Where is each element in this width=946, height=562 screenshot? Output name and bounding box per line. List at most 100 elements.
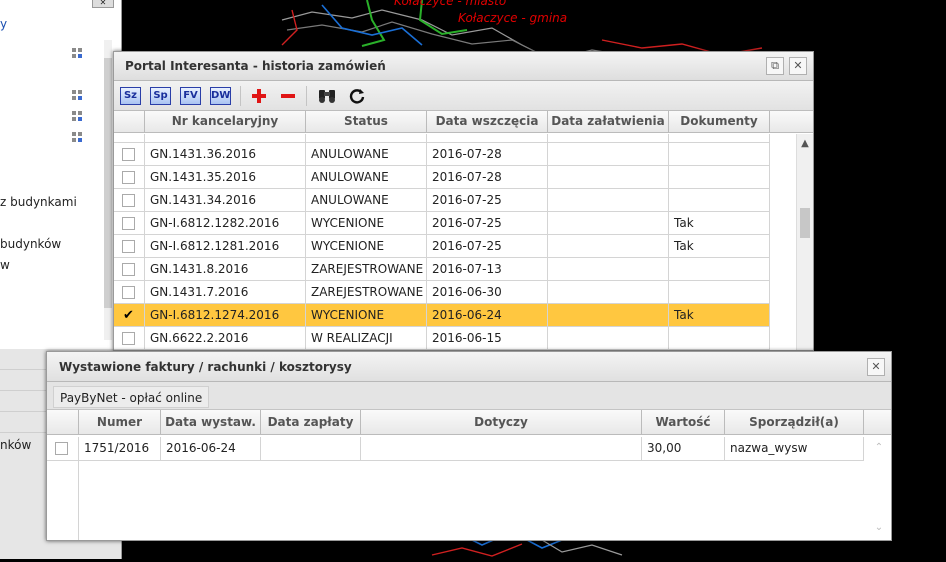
cell-status: ANULOWANE bbox=[306, 166, 427, 189]
column-header-status[interactable]: Status bbox=[306, 111, 427, 133]
cell-wartosc: 30,00 bbox=[642, 437, 725, 461]
cell-status: WYCENIONE bbox=[306, 212, 427, 235]
cell-dokumenty bbox=[669, 189, 770, 212]
scrollbar-thumb[interactable] bbox=[800, 208, 810, 238]
cell-data-wszczecia: 2016-07-25 bbox=[427, 189, 548, 212]
left-panel-scrollbar[interactable] bbox=[104, 40, 112, 340]
cell-nr: GN.6622.2.2016 bbox=[145, 327, 306, 350]
row-checkbox[interactable] bbox=[122, 148, 135, 161]
cell-status: WYCENIONE bbox=[306, 235, 427, 258]
remove-icon[interactable] bbox=[280, 88, 296, 104]
cell-data-zalatwienia bbox=[548, 189, 669, 212]
panel-link-fragment[interactable]: y bbox=[0, 17, 7, 31]
column-header-numer[interactable]: Numer bbox=[79, 410, 161, 435]
column-header-sporzadzil[interactable]: Sporządził(a) bbox=[725, 410, 864, 435]
column-header-dotyczy[interactable]: Dotyczy bbox=[361, 410, 642, 435]
scroll-down-icon[interactable]: ⌄ bbox=[871, 521, 887, 535]
sp-button[interactable]: Sp bbox=[150, 87, 171, 105]
cell-data-wszczecia: 2016-07-13 bbox=[427, 258, 548, 281]
cell-data-wszczecia: 2016-06-15 bbox=[427, 327, 548, 350]
history-grid-scrollbar[interactable]: ▲ bbox=[796, 134, 813, 350]
cell-data-zalatwienia bbox=[548, 304, 669, 327]
cell-data-zalatwienia bbox=[548, 281, 669, 304]
cell-dokumenty bbox=[669, 143, 770, 166]
cell-status: W REALIZACJI bbox=[306, 327, 427, 350]
column-header-data-wszczecia[interactable]: Data wszczęcia bbox=[427, 111, 548, 133]
cell-data-zalatwienia bbox=[548, 327, 669, 350]
table-row[interactable] bbox=[114, 134, 770, 143]
cell-dokumenty: Tak bbox=[669, 212, 770, 235]
fv-button[interactable]: FV bbox=[180, 87, 201, 105]
column-header-data-zalatwienia[interactable]: Data załatwienia bbox=[548, 111, 669, 133]
sz-button[interactable]: Sz bbox=[120, 87, 141, 105]
column-header-dokumenty[interactable]: Dokumenty bbox=[669, 111, 770, 133]
cell-data-wystawienia: 2016-06-24 bbox=[161, 437, 261, 461]
paybynet-button[interactable]: PayByNet - opłać online bbox=[53, 386, 210, 408]
row-checkbox[interactable] bbox=[122, 240, 135, 253]
column-header-nr[interactable]: Nr kancelaryjny bbox=[145, 111, 306, 133]
row-checkbox[interactable] bbox=[122, 286, 135, 299]
column-header-data-wystawienia[interactable]: Data wystaw. bbox=[161, 410, 261, 435]
cell-dokumenty bbox=[669, 166, 770, 189]
invoices-window-titlebar[interactable]: Wystawione faktury / rachunki / kosztory… bbox=[47, 352, 891, 382]
cell-dokumenty: Tak bbox=[669, 304, 770, 327]
history-grid-body: GN.1431.36.2016 ANULOWANE 2016-07-28 GN.… bbox=[114, 134, 813, 350]
row-checkbox[interactable] bbox=[122, 171, 135, 184]
cell-data-zalatwienia bbox=[548, 212, 669, 235]
cell-data-wszczecia: 2016-06-24 bbox=[427, 304, 548, 327]
column-header-data-zaplaty[interactable]: Data zapłaty bbox=[261, 410, 361, 435]
table-row[interactable]: GN-I.6812.1281.2016 WYCENIONE 2016-07-25… bbox=[114, 235, 770, 258]
cell-nr: GN.1431.7.2016 bbox=[145, 281, 306, 304]
cell-data-zalatwienia bbox=[548, 258, 669, 281]
scroll-up-icon[interactable]: ▲ bbox=[797, 137, 813, 151]
table-row[interactable]: GN.1431.35.2016 ANULOWANE 2016-07-28 bbox=[114, 166, 770, 189]
dw-button[interactable]: DW bbox=[210, 87, 231, 105]
row-checkbox[interactable] bbox=[122, 194, 135, 207]
table-row[interactable]: GN.6622.2.2016 W REALIZACJI 2016-06-15 bbox=[114, 327, 770, 350]
close-icon[interactable]: ✕ bbox=[867, 358, 885, 376]
close-icon[interactable]: ✕ bbox=[789, 57, 807, 75]
history-window-titlebar[interactable]: Portal Interesanta - historia zamówień ⧉… bbox=[114, 52, 813, 81]
cell-data-wszczecia: 2016-07-25 bbox=[427, 235, 548, 258]
cell-dokumenty bbox=[669, 258, 770, 281]
table-row[interactable]: GN.1431.8.2016 ZAREJESTROWANE 2016-07-13 bbox=[114, 258, 770, 281]
row-checkbox[interactable] bbox=[55, 442, 68, 455]
layer-icon[interactable] bbox=[72, 132, 83, 143]
table-row[interactable]: 1751/2016 2016-06-24 30,00 nazwa_wysw bbox=[47, 437, 864, 461]
cell-dokumenty bbox=[669, 327, 770, 350]
layer-icon[interactable] bbox=[72, 111, 83, 122]
history-toolbar: Sz Sp FV DW bbox=[114, 81, 813, 111]
invoices-grid-header: Numer Data wystaw. Data zapłaty Dotyczy … bbox=[47, 410, 891, 435]
row-checkbox[interactable] bbox=[122, 332, 135, 345]
table-row[interactable]: GN-I.6812.1282.2016 WYCENIONE 2016-07-25… bbox=[114, 212, 770, 235]
cell-status: ZAREJESTROWANE bbox=[306, 281, 427, 304]
row-checkbox[interactable] bbox=[122, 263, 135, 276]
invoices-grid-scrollbar[interactable]: ⌃ ⌄ bbox=[865, 437, 891, 540]
cell-status: WYCENIONE bbox=[306, 304, 427, 327]
row-checkbox[interactable] bbox=[122, 217, 135, 230]
cell-data-wszczecia: 2016-07-28 bbox=[427, 166, 548, 189]
scroll-up-icon[interactable]: ⌃ bbox=[871, 441, 887, 455]
cell-data-wszczecia: 2016-07-25 bbox=[427, 212, 548, 235]
layer-icon[interactable] bbox=[72, 90, 83, 101]
table-row[interactable]: GN.1431.34.2016 ANULOWANE 2016-07-25 bbox=[114, 189, 770, 212]
column-header-wartosc[interactable]: Wartość bbox=[642, 410, 725, 435]
cell-status: ANULOWANE bbox=[306, 143, 427, 166]
cell-nr: GN.1431.8.2016 bbox=[145, 258, 306, 281]
table-row[interactable]: GN.1431.7.2016 ZAREJESTROWANE 2016-06-30 bbox=[114, 281, 770, 304]
binoculars-icon[interactable] bbox=[318, 88, 336, 104]
cell-dokumenty bbox=[669, 281, 770, 304]
cell-data-wszczecia: 2016-06-30 bbox=[427, 281, 548, 304]
cell-numer: 1751/2016 bbox=[79, 437, 161, 461]
add-icon[interactable] bbox=[251, 88, 267, 104]
panel-close-icon[interactable]: ✕ bbox=[92, 0, 114, 8]
history-window: Portal Interesanta - historia zamówień ⧉… bbox=[113, 51, 814, 351]
row-checkbox-checked[interactable]: ✔ bbox=[122, 309, 135, 322]
layer-icon[interactable] bbox=[72, 48, 83, 59]
cell-nr: GN-I.6812.1274.2016 bbox=[145, 304, 306, 327]
cell-dotyczy bbox=[361, 437, 642, 461]
table-row-selected[interactable]: ✔ GN-I.6812.1274.2016 WYCENIONE 2016-06-… bbox=[114, 304, 770, 327]
refresh-icon[interactable] bbox=[348, 87, 366, 105]
popout-icon[interactable]: ⧉ bbox=[766, 57, 784, 75]
table-row[interactable]: GN.1431.36.2016 ANULOWANE 2016-07-28 bbox=[114, 143, 770, 166]
